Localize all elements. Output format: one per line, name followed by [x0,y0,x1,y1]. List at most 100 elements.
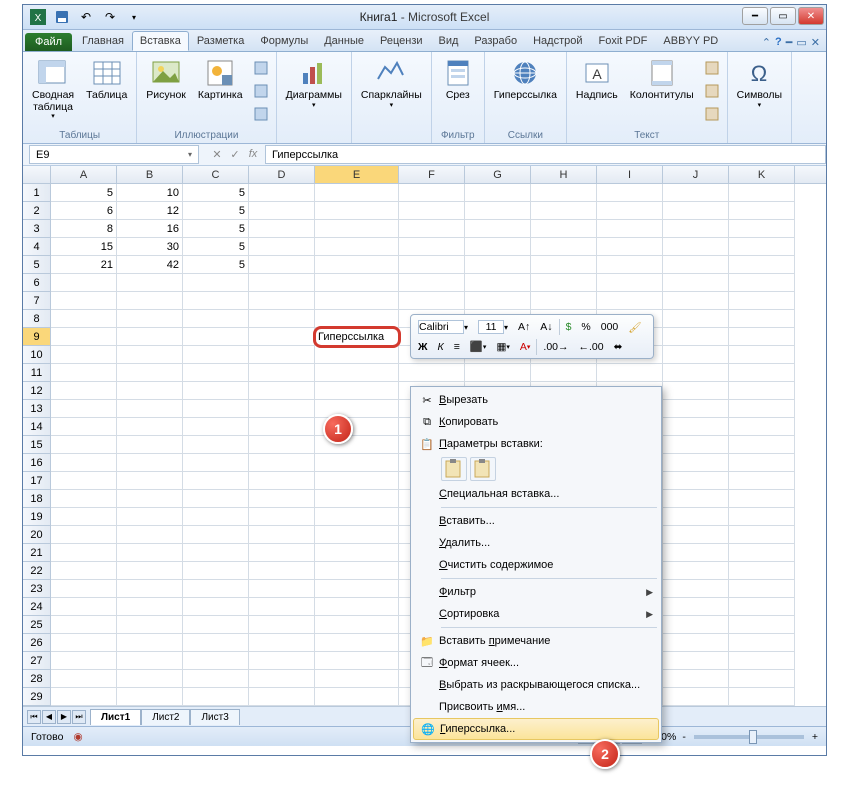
ribbon-гиперссылка[interactable]: Гиперссылка [489,54,562,128]
cell-D11[interactable] [249,364,315,382]
ctx-вставить-[interactable]: Вставить... [413,510,659,532]
cell-C13[interactable] [183,400,249,418]
cell-D18[interactable] [249,490,315,508]
cell-E19[interactable] [315,508,399,526]
cell-K14[interactable] [729,418,795,436]
ribbon-символы[interactable]: ΩСимволы▾ [732,54,787,139]
cell-K15[interactable] [729,436,795,454]
cell-E28[interactable] [315,670,399,688]
cell-B14[interactable] [117,418,183,436]
cell-C7[interactable] [183,292,249,310]
cell-J11[interactable] [663,364,729,382]
cell-B24[interactable] [117,598,183,616]
cell-E29[interactable] [315,688,399,706]
ctx-копировать[interactable]: ⧉Копировать [413,411,659,433]
cell-D16[interactable] [249,454,315,472]
cell-B18[interactable] [117,490,183,508]
cell-A18[interactable] [51,490,117,508]
cell-H3[interactable] [531,220,597,238]
cell-A6[interactable] [51,274,117,292]
ribbon-картинка[interactable]: Картинка [193,54,248,128]
select-all-corner[interactable] [23,166,51,183]
row-header-20[interactable]: 20 [23,526,51,544]
ctx-формат-ячеек-[interactable]: 🗔Формат ячеек... [413,652,659,674]
object-icon[interactable] [701,103,723,125]
row-header-8[interactable]: 8 [23,310,51,328]
cell-C6[interactable] [183,274,249,292]
mini-fill-icon[interactable]: ⬛▾ [466,338,491,355]
cell-C26[interactable] [183,634,249,652]
cell-K5[interactable] [729,256,795,274]
cell-J25[interactable] [663,616,729,634]
cell-C19[interactable] [183,508,249,526]
cell-A21[interactable] [51,544,117,562]
cell-E9[interactable]: Гиперссылка [315,328,399,346]
cell-C28[interactable] [183,670,249,688]
cell-C29[interactable] [183,688,249,706]
cell-B6[interactable] [117,274,183,292]
cell-K7[interactable] [729,292,795,310]
cell-A11[interactable] [51,364,117,382]
tab-foxit[interactable]: Foxit PDF [591,31,656,51]
cell-J2[interactable] [663,202,729,220]
tab-file[interactable]: Файл [25,33,72,51]
row-header-29[interactable]: 29 [23,688,51,706]
col-header-D[interactable]: D [249,166,315,183]
cell-K26[interactable] [729,634,795,652]
cell-E16[interactable] [315,454,399,472]
formula-input[interactable]: Гиперссылка [265,145,826,164]
row-header-4[interactable]: 4 [23,238,51,256]
cell-D28[interactable] [249,670,315,688]
cell-B5[interactable]: 42 [117,256,183,274]
zoom-in[interactable]: + [812,731,818,743]
row-header-15[interactable]: 15 [23,436,51,454]
col-header-J[interactable]: J [663,166,729,183]
ribbon-спарклайны[interactable]: Спарклайны▾ [356,54,427,139]
row-header-11[interactable]: 11 [23,364,51,382]
cell-I4[interactable] [597,238,663,256]
cell-G7[interactable] [465,292,531,310]
cell-A25[interactable] [51,616,117,634]
row-header-27[interactable]: 27 [23,652,51,670]
cell-A24[interactable] [51,598,117,616]
cell-D17[interactable] [249,472,315,490]
cell-B23[interactable] [117,580,183,598]
ribbon-диаграммы[interactable]: Диаграммы▾ [281,54,347,139]
cell-C22[interactable] [183,562,249,580]
cell-E10[interactable] [315,346,399,364]
cell-G2[interactable] [465,202,531,220]
ribbon-рисунок[interactable]: Рисунок [141,54,191,128]
cell-E12[interactable] [315,382,399,400]
cell-J24[interactable] [663,598,729,616]
cell-D6[interactable] [249,274,315,292]
sheet-tab-Лист1[interactable]: Лист1 [90,709,141,725]
cell-D10[interactable] [249,346,315,364]
cell-E25[interactable] [315,616,399,634]
cell-J13[interactable] [663,400,729,418]
cell-E5[interactable] [315,256,399,274]
cell-B28[interactable] [117,670,183,688]
cell-C23[interactable] [183,580,249,598]
paste-option-0[interactable] [441,457,467,481]
tab-layout[interactable]: Разметка [189,31,253,51]
cell-D13[interactable] [249,400,315,418]
tab-addins[interactable]: Надстрой [525,31,590,51]
cell-E1[interactable] [315,184,399,202]
cell-D22[interactable] [249,562,315,580]
cell-B9[interactable] [117,328,183,346]
cell-A1[interactable]: 5 [51,184,117,202]
cell-F5[interactable] [399,256,465,274]
cell-A13[interactable] [51,400,117,418]
cell-C27[interactable] [183,652,249,670]
cell-A9[interactable] [51,328,117,346]
cell-C4[interactable]: 5 [183,238,249,256]
row-header-5[interactable]: 5 [23,256,51,274]
mini-align-icon[interactable]: ≡ [450,339,464,355]
cell-D7[interactable] [249,292,315,310]
cell-D15[interactable] [249,436,315,454]
row-header-16[interactable]: 16 [23,454,51,472]
cell-K21[interactable] [729,544,795,562]
cell-A10[interactable] [51,346,117,364]
cell-B20[interactable] [117,526,183,544]
cell-J18[interactable] [663,490,729,508]
